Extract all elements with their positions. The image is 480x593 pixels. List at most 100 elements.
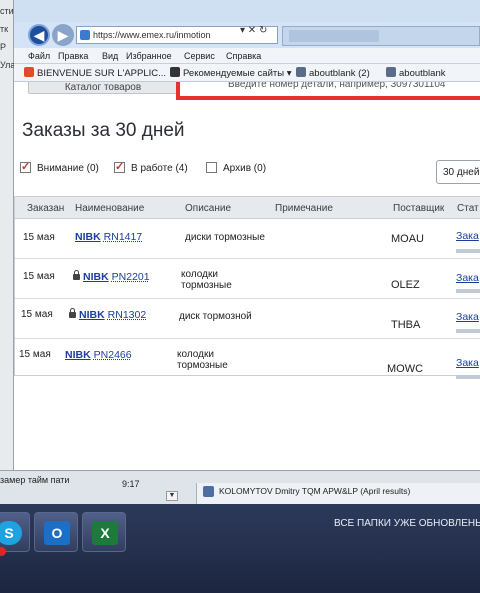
site-favicon-icon	[80, 30, 90, 40]
column-supplier[interactable]: Поставщик	[393, 203, 444, 214]
part-link[interactable]: NIBK PN2466	[65, 349, 132, 361]
menu-help[interactable]: Справка	[226, 51, 261, 61]
favorite-aboutblank[interactable]: aboutblank	[386, 67, 445, 79]
status-link[interactable]: Зака	[456, 311, 479, 323]
address-controls[interactable]: ▾ ✕ ↻	[240, 25, 267, 36]
forward-button[interactable]: ▶	[52, 24, 74, 46]
active-tab[interactable]	[289, 30, 379, 42]
background-window-strip: стиі тк Р Ула	[0, 0, 14, 470]
status-progress-bar	[456, 329, 480, 333]
filter-label: Внимание (0)	[37, 163, 99, 174]
status-link[interactable]: Зака	[456, 272, 479, 284]
part-description: диски тормозные	[185, 232, 265, 243]
tab-strip[interactable]	[282, 26, 480, 46]
table-row[interactable]: 15 мая NIBK RN1417 диски тормозные MOAU З…	[15, 219, 480, 259]
ie-page-icon	[296, 67, 306, 77]
part-brand[interactable]: NIBK	[65, 349, 91, 361]
filter-label: Архив (0)	[223, 163, 267, 174]
order-date: 15 мая	[19, 349, 51, 360]
favorite-recommended[interactable]: Рекомендуемые сайты ▾	[170, 67, 292, 79]
order-date: 15 мая	[21, 309, 53, 320]
notification-dot-icon	[0, 547, 6, 556]
menu-file[interactable]: Файл	[28, 51, 50, 61]
order-date: 15 мая	[23, 271, 55, 282]
status-link[interactable]: Зака	[456, 230, 479, 242]
catalog-button[interactable]: Каталог товаров	[28, 82, 178, 94]
table-row[interactable]: 15 мая NIBK PN2201 колодки тормозные OLEZ…	[15, 259, 480, 299]
favorite-bienvenue[interactable]: BIENVENUE SUR L'APPLIC...	[24, 67, 166, 79]
taskbar-skype-button[interactable]: S	[0, 512, 30, 556]
part-number[interactable]: PN2466	[94, 349, 132, 361]
part-link[interactable]: NIBK RN1302	[69, 308, 147, 321]
menu-edit[interactable]: Правка	[58, 51, 88, 61]
status-progress-bar	[456, 375, 480, 379]
column-description[interactable]: Описание	[185, 203, 231, 214]
menu-bar: Файл Правка Вид Избранное Сервис Справка	[14, 48, 480, 64]
taskbar: S O X ВСЕ ПАПКИ УЖЕ ОБНОВЛЕНЫ	[0, 504, 480, 593]
table-header: Заказан Наименование Описание Примечание…	[15, 197, 480, 219]
column-note[interactable]: Примечание	[275, 203, 333, 214]
favorite-label: aboutblank	[399, 68, 446, 79]
lock-icon	[69, 308, 76, 318]
table-row[interactable]: 15 мая NIBK PN2466 колодки тормозные MOWC…	[15, 339, 480, 379]
part-number[interactable]: PN2201	[112, 271, 150, 283]
strip-text-2: тк	[0, 24, 9, 34]
favorite-label: BIENVENUE SUR L'APPLIC...	[37, 68, 167, 79]
in-progress-checkbox[interactable]	[114, 160, 125, 173]
part-link[interactable]: NIBK RN1417	[75, 231, 142, 243]
part-number[interactable]: RN1417	[104, 231, 143, 243]
column-name[interactable]: Наименование	[75, 203, 144, 214]
favorites-bar: BIENVENUE SUR L'APPLIC... Рекомендуемые …	[14, 64, 480, 82]
archive-checkbox[interactable]	[206, 162, 217, 173]
menu-tools[interactable]: Сервис	[184, 51, 215, 61]
part-number[interactable]: RN1302	[108, 309, 147, 321]
attention-checkbox[interactable]	[20, 160, 31, 173]
supplier-code: OLEZ	[391, 279, 420, 291]
favorite-aboutblank-2[interactable]: aboutblank (2)	[296, 67, 370, 79]
part-link[interactable]: NIBK PN2201	[73, 270, 150, 283]
favorite-label: aboutblank (2)	[309, 68, 370, 79]
tray-notification[interactable]: ВСЕ ПАПКИ УЖЕ ОБНОВЛЕНЫ	[334, 518, 480, 529]
browser-window: ◀ ▶ https://www.emex.ru/inmotion ▾ ✕ ↻ Ф…	[14, 0, 480, 470]
filter-attention[interactable]: Внимание (0)	[20, 160, 99, 174]
page-content: Каталог товаров Введите номер детали, на…	[14, 82, 480, 470]
chevron-down-icon[interactable]: ▼	[166, 491, 178, 501]
status-progress-bar	[456, 289, 480, 293]
back-arrow-icon: ◀	[33, 26, 45, 43]
supplier-code: MOAU	[391, 233, 424, 245]
part-brand[interactable]: NIBK	[79, 309, 105, 321]
orders-table: Заказан Наименование Описание Примечание…	[14, 196, 480, 379]
column-status[interactable]: Стат	[457, 203, 479, 214]
ie-page-icon	[386, 67, 396, 77]
part-search-input[interactable]: Введите номер детали, например, 30973011…	[176, 82, 480, 100]
column-ordered[interactable]: Заказан	[27, 203, 64, 214]
status-link[interactable]: Зака	[456, 357, 479, 369]
skype-icon: S	[0, 521, 22, 545]
status-bar: замер тайм пати 9:17 ▼ KOLOMYTOV Dmitry …	[0, 470, 480, 505]
part-brand[interactable]: NIBK	[83, 271, 109, 283]
status-message-text: KOLOMYTOV Dmitry TQM APW&LP (April resul…	[219, 486, 411, 496]
part-brand[interactable]: NIBK	[75, 231, 101, 243]
table-row[interactable]: 15 мая NIBK RN1302 диск тормозной THBA За…	[15, 299, 480, 339]
lock-icon	[73, 270, 80, 280]
menu-favorites[interactable]: Избранное	[126, 51, 172, 61]
filter-archive[interactable]: Архив (0)	[206, 162, 266, 174]
taskbar-excel-button[interactable]: X	[82, 512, 126, 552]
browser-titlebar	[14, 0, 480, 24]
supplier-code: THBA	[391, 319, 421, 331]
message-icon	[203, 486, 214, 497]
part-description: колодки	[181, 269, 218, 280]
filter-in-progress[interactable]: В работе (4)	[114, 160, 188, 174]
address-url: https://www.emex.ru/inmotion	[93, 30, 211, 40]
back-button[interactable]: ◀	[28, 24, 50, 46]
supplier-code: MOWC	[387, 363, 424, 375]
strip-text-3: Р	[0, 42, 7, 52]
status-time: 9:17	[122, 479, 140, 489]
page-title: Заказы за 30 дней	[22, 120, 185, 141]
taskbar-outlook-button[interactable]: O	[34, 512, 78, 552]
status-progress-bar	[456, 249, 480, 253]
order-date: 15 мая	[23, 232, 55, 243]
status-message[interactable]: KOLOMYTOV Dmitry TQM APW&LP (April resul…	[196, 483, 480, 505]
menu-view[interactable]: Вид	[102, 51, 118, 61]
period-select[interactable]: 30 дней	[436, 160, 480, 184]
